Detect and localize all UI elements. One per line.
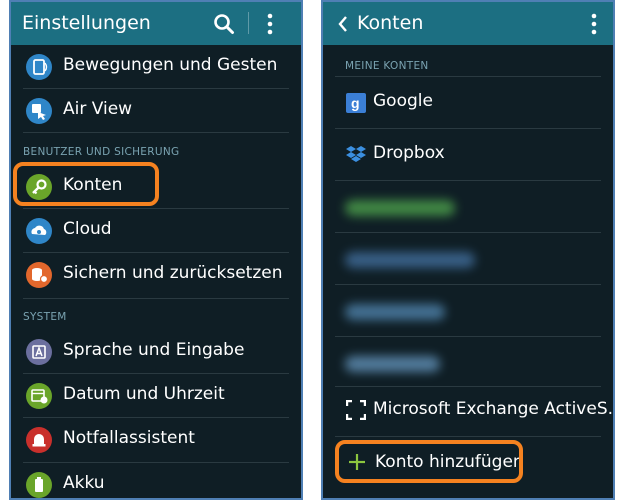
divider [335,128,601,129]
section-header-user-backup: BENUTZER UND SICHERUNG [23,146,180,158]
divider [335,76,601,77]
settings-item-label: Air View [63,99,133,119]
account-item-blurred[interactable] [323,286,613,334]
air-view-icon [26,98,52,124]
svg-text:g: g [351,95,360,111]
settings-item-language-input[interactable]: Sprache und Eingabe [11,329,301,373]
settings-item-label: Bewegungen und Gesten [63,55,278,75]
more-options-icon[interactable] [587,10,601,38]
account-item-dropbox[interactable]: Dropbox [323,132,613,176]
settings-item-backup-reset[interactable]: Sichern und zurücksetzen [11,252,301,296]
motion-gesture-icon [26,54,52,80]
account-item-blurred[interactable] [323,182,613,230]
divider [335,232,601,233]
emergency-light-icon [26,427,52,453]
settings-item-label: Sprache und Eingabe [63,340,245,360]
back-chevron-icon[interactable] [337,15,349,33]
section-header-my-accounts: MEINE KONTEN [345,60,429,72]
account-label: Microsoft Exchange ActiveS.. [373,399,615,419]
account-item-google[interactable]: g Google [323,80,613,124]
exchange-icon [345,399,367,421]
highlight-ring [335,440,523,483]
blurred-account-label [345,200,455,216]
account-item-exchange[interactable]: Microsoft Exchange ActiveS.. [323,388,613,432]
blurred-account-label [345,304,445,320]
backup-restore-icon [26,262,52,288]
language-icon [26,339,52,365]
google-icon: g [346,93,366,113]
account-item-blurred[interactable] [323,234,613,282]
blurred-account-label [345,356,440,372]
settings-screen: Einstellungen Bewegungen und Gesten Air … [9,0,303,500]
page-title: Einstellungen [22,12,151,34]
settings-item-motions[interactable]: Bewegungen und Gesten [11,44,301,88]
account-item-blurred[interactable] [323,338,613,386]
settings-item-emergency[interactable]: Notfallassistent [11,417,301,461]
highlight-ring [13,162,159,206]
battery-icon [26,472,52,498]
account-label: Google [373,91,433,111]
divider [335,180,601,181]
divider [335,284,601,285]
settings-item-label: Notfallassistent [63,428,195,448]
section-header-system: SYSTEM [23,311,67,323]
account-label: Dropbox [373,143,445,163]
calendar-clock-icon [26,383,52,409]
settings-action-bar: Einstellungen [11,2,301,45]
search-icon[interactable] [211,11,237,37]
settings-item-label: Datum und Uhrzeit [63,384,225,404]
accounts-action-bar: Konten [323,2,613,45]
divider [23,298,289,299]
settings-item-label: Cloud [63,219,112,239]
settings-item-cloud[interactable]: Cloud [11,208,301,252]
settings-item-battery[interactable]: Akku [11,462,301,498]
blurred-account-label [345,252,475,268]
accounts-screen: Konten MEINE KONTEN g Google Dropbox Mic… [321,0,615,500]
settings-item-air-view[interactable]: Air View [11,88,301,132]
divider [23,132,289,133]
settings-item-date-time[interactable]: Datum und Uhrzeit [11,373,301,417]
more-options-icon[interactable] [263,10,277,38]
settings-item-label: Akku [63,473,105,493]
divider [335,436,601,437]
dropbox-icon [346,144,366,164]
cloud-icon [26,218,52,244]
page-title: Konten [357,12,424,34]
action-bar-separator [248,12,249,34]
divider [335,386,601,387]
settings-item-label: Sichern und zurücksetzen [63,263,283,283]
divider [335,336,601,337]
